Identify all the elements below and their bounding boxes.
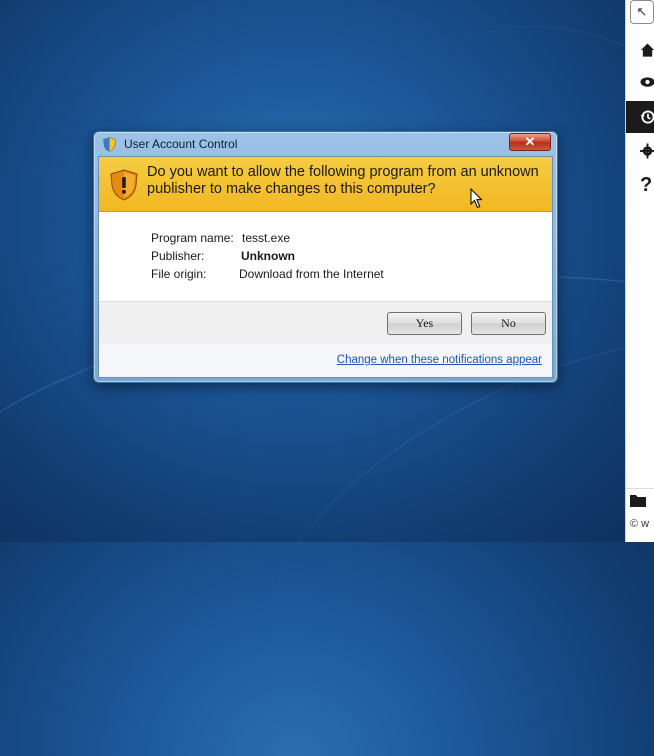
dialog-body: Do you want to allow the following progr… — [98, 156, 553, 378]
uac-question: Do you want to allow the following progr… — [147, 164, 539, 197]
cursor-tool-button[interactable]: ↖ — [630, 0, 654, 24]
program-name-value: tesst.exe — [242, 231, 291, 245]
title-bar[interactable]: User Account Control ✕ — [94, 132, 557, 156]
folder-button[interactable] — [630, 493, 646, 511]
history-icon — [640, 110, 654, 124]
mouse-pointer-icon — [470, 188, 483, 209]
program-name-label: Program name: — [151, 231, 234, 245]
file-origin-value: Download from the Internet — [239, 267, 384, 281]
warning-banner: Do you want to allow the following progr… — [99, 157, 552, 212]
yes-button[interactable]: Yes — [387, 312, 462, 335]
view-button[interactable] — [626, 68, 654, 96]
link-row: Change when these notifications appear — [99, 344, 552, 377]
shield-icon — [103, 137, 116, 152]
uac-dialog: User Account Control ✕ Do you want to al… — [93, 131, 558, 383]
help-icon: ? — [640, 173, 653, 196]
warning-shield-icon — [110, 169, 138, 201]
eye-icon — [640, 77, 654, 87]
close-button[interactable]: ✕ — [509, 133, 551, 151]
folder-icon — [630, 495, 646, 507]
close-icon: ✕ — [524, 134, 536, 149]
window-title: User Account Control — [124, 137, 238, 151]
publisher-value: Unknown — [241, 249, 295, 263]
settings-button[interactable] — [626, 137, 654, 165]
button-area: Yes No Change when these notifications a… — [99, 301, 552, 377]
button-row: Yes No — [99, 302, 552, 345]
panel-divider — [626, 488, 654, 489]
footer-text: © w — [630, 518, 650, 530]
home-icon — [640, 43, 654, 57]
no-button[interactable]: No — [471, 312, 546, 335]
cursor-icon: ↖ — [636, 4, 648, 19]
change-notifications-link[interactable]: Change when these notifications appear — [337, 354, 542, 366]
file-origin-label: File origin: — [151, 267, 207, 281]
home-button[interactable] — [626, 36, 654, 64]
publisher-label: Publisher: — [151, 249, 205, 263]
gear-icon — [640, 143, 654, 159]
side-toolbar: ↖ ? © w — [625, 0, 654, 542]
help-button[interactable]: ? — [626, 171, 654, 199]
history-button[interactable] — [626, 101, 654, 133]
